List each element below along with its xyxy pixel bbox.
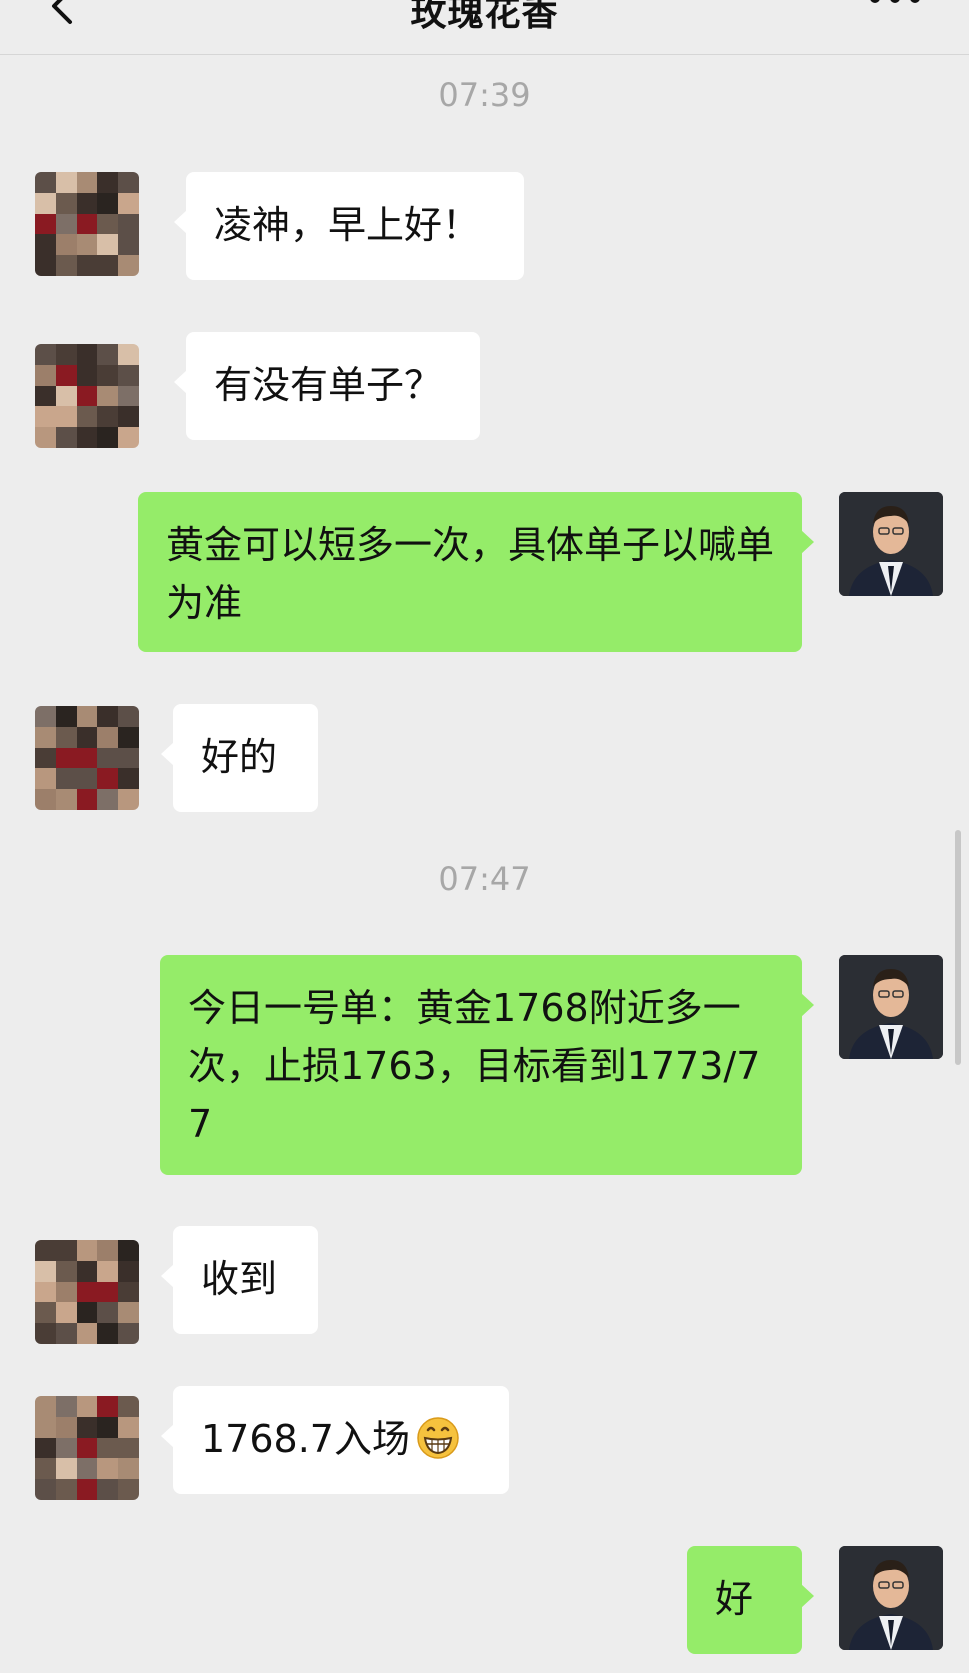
person-portrait-icon <box>839 1546 943 1650</box>
message-bubble-incoming[interactable]: 收到 <box>161 1226 318 1334</box>
message-text: 黄金可以短多一次，具体单子以喊单为准 <box>166 523 775 625</box>
pixelated-avatar-image <box>35 1396 139 1500</box>
pixelated-avatar-image <box>35 344 139 448</box>
pixelated-avatar-image <box>35 172 139 276</box>
pixelated-avatar-image <box>35 1240 139 1344</box>
contact-avatar[interactable] <box>35 1240 139 1344</box>
message-bubble-outgoing[interactable]: 今日一号单：黄金1768附近多一次，止损1763，目标看到1773/77 <box>160 955 814 1175</box>
timestamp: 07:39 <box>438 76 531 114</box>
person-portrait-icon <box>839 492 943 596</box>
message-bubble-incoming[interactable]: 好的 <box>161 704 318 812</box>
message-text: 今日一号单：黄金1768附近多一次，止损1763，目标看到1773/77 <box>188 986 761 1146</box>
message-text: 1768.7入场 <box>201 1417 410 1461</box>
message-text: 好的 <box>201 735 278 779</box>
message-bubble-incoming[interactable]: 凌神，早上好！ <box>174 172 524 280</box>
my-avatar[interactable] <box>839 1546 943 1650</box>
message-text: 收到 <box>201 1257 278 1301</box>
message-list[interactable]: 07:39 凌神，早上好！ 有没有单子？ 黄金可以短多一次，具体单子以喊单为准 … <box>0 0 969 1673</box>
message-text: 好 <box>715 1577 754 1621</box>
message-text: 凌神，早上好！ <box>214 203 481 247</box>
scrollbar[interactable] <box>955 830 961 1065</box>
pixelated-avatar-image <box>35 706 139 810</box>
message-bubble-outgoing[interactable]: 好 <box>687 1546 814 1654</box>
timestamp: 07:47 <box>438 860 531 898</box>
contact-avatar[interactable] <box>35 344 139 448</box>
message-bubble-incoming[interactable]: 有没有单子？ <box>174 332 480 440</box>
my-avatar[interactable] <box>839 492 943 596</box>
my-avatar[interactable] <box>839 955 943 1059</box>
message-bubble-outgoing[interactable]: 黄金可以短多一次，具体单子以喊单为准 <box>138 492 814 652</box>
grinning-face-icon <box>417 1417 459 1459</box>
contact-avatar[interactable] <box>35 706 139 810</box>
contact-avatar[interactable] <box>35 172 139 276</box>
person-portrait-icon <box>839 955 943 1059</box>
contact-avatar[interactable] <box>35 1396 139 1500</box>
message-bubble-incoming[interactable]: 1768.7入场 <box>161 1386 509 1494</box>
message-text: 有没有单子？ <box>214 363 443 407</box>
